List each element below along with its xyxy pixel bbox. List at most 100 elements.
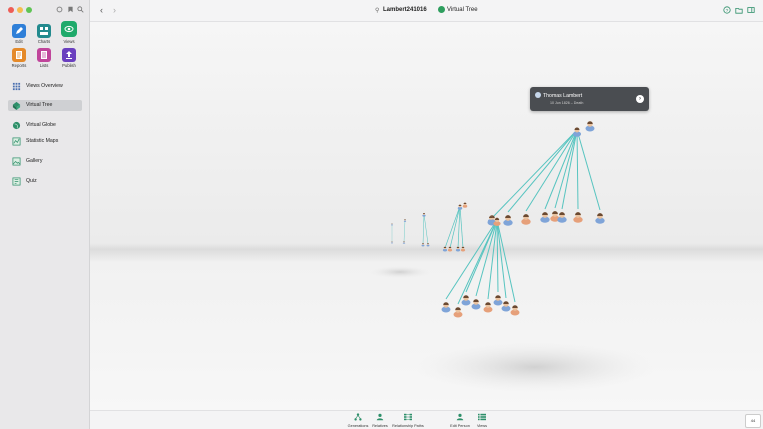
person-figure[interactable] (540, 212, 550, 223)
popup-person-detail: 10 Jun 1826 – Death (550, 101, 584, 105)
zoom-window-button[interactable] (26, 7, 32, 13)
reports-label: Reports (11, 63, 27, 68)
person-figure[interactable] (391, 241, 393, 244)
tree-connection-line (423, 213, 429, 245)
views-menu-button[interactable]: Views (462, 413, 502, 428)
bottom-label: Views (476, 424, 488, 428)
tree-connection-line (576, 129, 601, 211)
folder-icon[interactable] (735, 6, 743, 14)
sidebar-item-label: Views Overview (26, 83, 63, 89)
tree-connection-line (403, 219, 406, 243)
close-window-button[interactable] (8, 7, 14, 13)
person-figure[interactable] (510, 305, 520, 316)
tree-connection-line (496, 219, 516, 303)
eye-icon (64, 25, 74, 33)
tree-connection-line (422, 213, 425, 245)
relatives-icon (376, 413, 384, 421)
view-status-icon (438, 6, 445, 13)
person-figure[interactable] (503, 215, 513, 226)
zoom-control[interactable]: 44 (745, 414, 761, 428)
help-icon[interactable]: ? (723, 6, 731, 14)
bottom-toolbar: Generations Relatives Relationship Paths… (90, 410, 763, 429)
popup-open-arrow-icon[interactable]: › (636, 95, 644, 103)
bottom-label: Relationship Paths (392, 424, 424, 428)
grid-icon (12, 82, 21, 91)
person-figure[interactable] (460, 246, 466, 252)
publish-button[interactable] (62, 48, 76, 62)
person-figure[interactable] (471, 299, 481, 310)
person-figure[interactable] (572, 127, 582, 137)
person-figure[interactable] (441, 302, 451, 313)
person-figure[interactable] (493, 295, 503, 306)
person-figure[interactable] (457, 204, 463, 210)
person-avatar-icon (535, 92, 541, 98)
person-figure[interactable] (422, 213, 426, 217)
person-figure[interactable] (462, 202, 468, 208)
lists-button[interactable] (37, 48, 51, 62)
person-figure[interactable] (402, 241, 406, 244)
relationship-paths-button[interactable]: Relationship Paths (388, 413, 428, 428)
person-figure[interactable] (585, 121, 595, 132)
person-figure[interactable] (442, 246, 448, 252)
reports-button[interactable] (12, 48, 26, 62)
sidebar-item-label: Virtual Tree (26, 102, 53, 108)
sidebar-toggle-icon[interactable] (747, 6, 755, 14)
current-view-label: Virtual Tree (447, 7, 478, 13)
lists-label: Lists (39, 63, 49, 68)
quiz-icon (12, 177, 21, 186)
family-tree-file-icon: ⚲ (375, 8, 380, 14)
bookmark-icon[interactable] (67, 6, 74, 13)
views-label: Views (63, 39, 75, 44)
back-icon[interactable]: ‹ (100, 6, 103, 15)
edit-label: Edit (15, 39, 23, 44)
person-figure[interactable] (521, 214, 531, 225)
person-figure[interactable] (595, 213, 605, 224)
pencil-icon (16, 27, 23, 34)
share-icon[interactable] (56, 6, 63, 13)
tree-connection-line (576, 129, 579, 210)
person-figure[interactable] (447, 246, 453, 252)
edit-button[interactable] (12, 24, 26, 38)
gallery-icon (12, 157, 21, 166)
person-popup[interactable]: Thomas Lambert 10 Jun 1826 – Death › (530, 87, 649, 111)
sidebar-item-label: Gallery (26, 158, 43, 164)
minimize-window-button[interactable] (17, 7, 23, 13)
views-button[interactable] (61, 21, 77, 37)
forward-icon[interactable]: › (113, 6, 116, 15)
ground-shadow (415, 341, 655, 393)
person-figure[interactable] (453, 307, 463, 318)
popup-person-name: Thomas Lambert (543, 93, 583, 99)
tree-connection-line (465, 219, 498, 293)
sidebar-item-label: Statistic Maps (26, 138, 59, 144)
person-figure[interactable] (391, 223, 393, 226)
sidebar-item-statistic-maps[interactable]: Statistic Maps (8, 136, 82, 147)
sidebar-item-quiz[interactable]: Quiz (8, 176, 82, 187)
virtual-tree-canvas[interactable]: Thomas Lambert 10 Jun 1826 – Death › (90, 22, 763, 410)
person-figure[interactable] (461, 295, 471, 306)
tree-connection-line (444, 205, 461, 249)
sidebar-item-label: Virtual Globe (26, 122, 56, 128)
sidebar-item-virtual-tree[interactable]: Virtual Tree (8, 100, 82, 111)
svg-text:?: ? (726, 8, 729, 14)
ground-shadow (370, 266, 430, 278)
tree-connections (391, 129, 601, 305)
document-title: Lambert241016 (383, 7, 427, 13)
map-icon (12, 137, 21, 146)
person-figure[interactable] (483, 302, 493, 313)
search-icon[interactable] (77, 6, 84, 13)
globe-icon (12, 121, 21, 130)
person-figure[interactable] (557, 212, 567, 223)
person-figure[interactable] (455, 246, 461, 252)
person-figure[interactable] (501, 301, 511, 312)
sidebar-item-views-overview[interactable]: Views Overview (8, 81, 82, 92)
person-figure[interactable] (426, 243, 430, 247)
virtual-tree-scene[interactable] (90, 22, 763, 410)
charts-button[interactable] (37, 24, 51, 38)
person-figure[interactable] (421, 243, 425, 247)
person-figure[interactable] (573, 212, 583, 223)
views-icon (478, 413, 486, 421)
person-figure[interactable] (403, 219, 407, 222)
tree-connection-line (459, 205, 464, 249)
sidebar-item-virtual-globe[interactable]: Virtual Globe (8, 120, 82, 131)
sidebar-item-gallery[interactable]: Gallery (8, 156, 82, 167)
